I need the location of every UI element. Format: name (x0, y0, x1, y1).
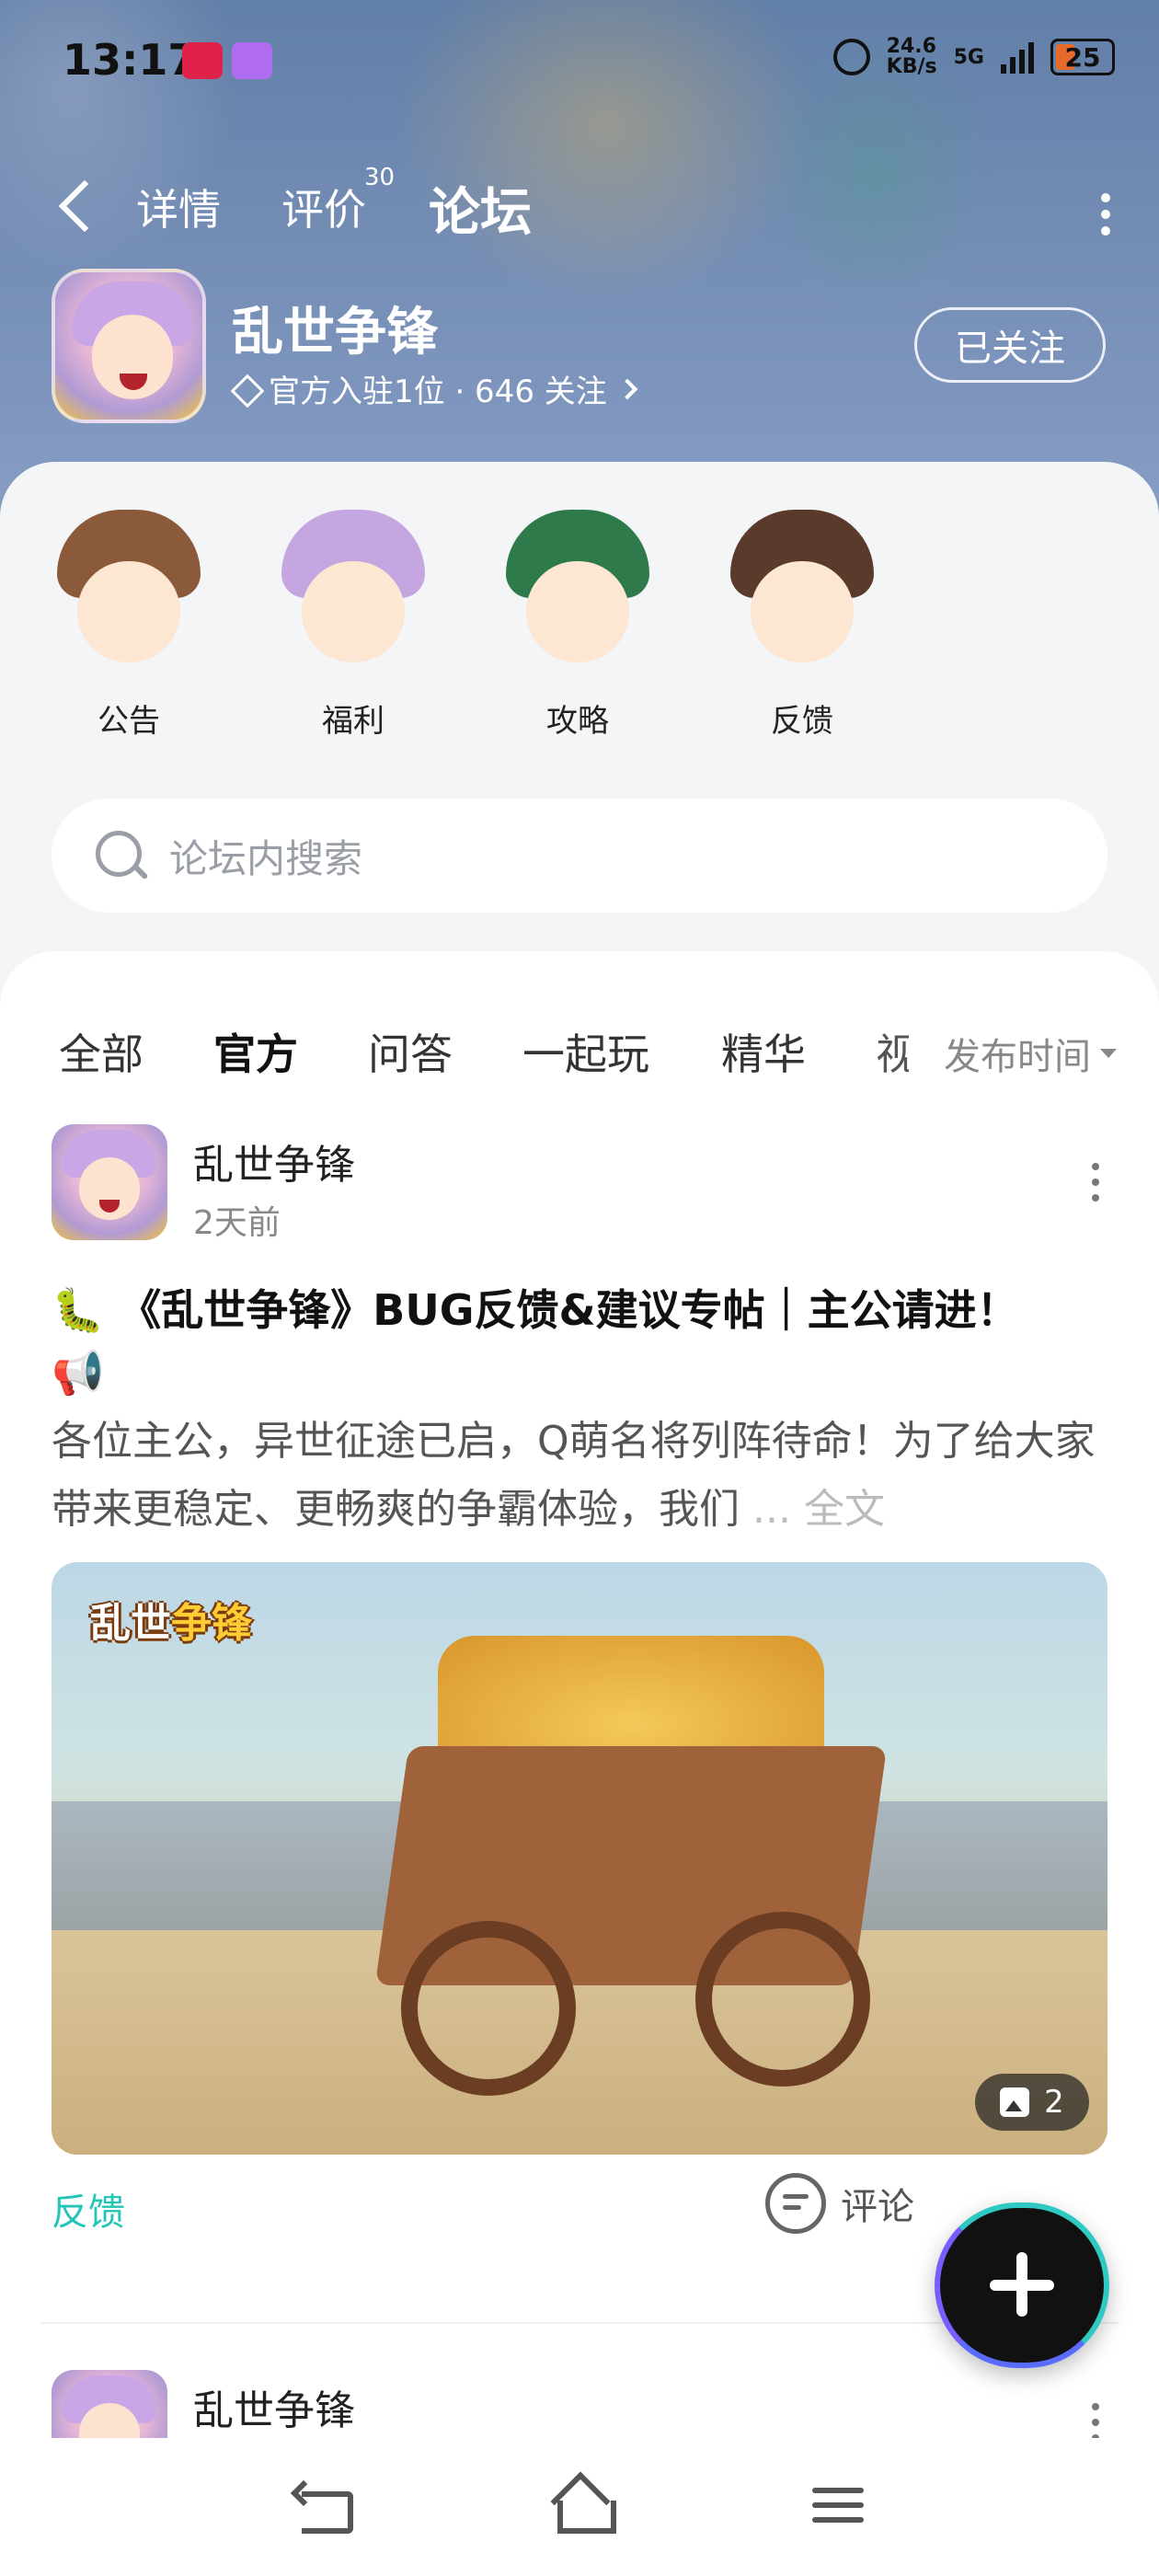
guide-avatar (488, 497, 668, 677)
filter-featured[interactable]: 精华 (721, 1021, 806, 1082)
comment-button[interactable]: 评论 (765, 2173, 914, 2234)
status-indicators: 24.6 KB/s 5G 25 (832, 35, 1115, 78)
category-guide[interactable]: 攻略 (486, 497, 670, 741)
more-options-icon[interactable] (1096, 190, 1115, 236)
system-navigation-bar (0, 2438, 1159, 2576)
tmall-app-icon (182, 42, 223, 79)
network-type: 5G (953, 45, 984, 69)
image-count: 2 (1044, 2084, 1064, 2121)
author-avatar[interactable] (52, 1124, 167, 1240)
forum-search[interactable]: 论坛内搜索 (52, 799, 1107, 913)
tab-details[interactable]: 详情 (136, 177, 221, 237)
game-meta: 官方入驻1位 · 646 关注 (269, 374, 607, 410)
category-label: 福利 (322, 703, 384, 740)
post-title-text: 《乱世争锋》BUG反馈&建议专帖｜主公请进！ (119, 1285, 1019, 1335)
category-feedback[interactable]: 反馈 (710, 497, 894, 741)
battery-icon: 25 (1050, 39, 1115, 75)
sort-label: 发布时间 (944, 1036, 1091, 1078)
filter-all[interactable]: 全部 (59, 1021, 143, 1082)
status-bar: 13:17 24.6 KB/s 5G 25 (0, 0, 1159, 120)
search-input[interactable]: 论坛内搜索 (169, 828, 362, 884)
announcement-avatar (39, 497, 219, 677)
post-excerpt-text: 各位主公，异世征途已启，Q萌名将列阵待命！为了给大家带来更稳定、更畅爽的争霸体验… (52, 1418, 1096, 1533)
tab-forum[interactable]: 论坛 (429, 171, 532, 246)
search-icon (88, 823, 153, 888)
post-author[interactable]: 乱世争锋 (193, 2377, 355, 2436)
game-icon[interactable] (52, 269, 206, 423)
filter-video[interactable]: 视 (876, 1021, 909, 1082)
comment-label: 评论 (841, 2186, 914, 2228)
category-benefits[interactable]: 福利 (261, 497, 445, 741)
review-count-badge: 30 (364, 164, 396, 191)
caret-down-icon (1100, 1049, 1117, 1058)
megaphone-emoji: 📢 (52, 1348, 105, 1397)
signal-icon (1001, 40, 1034, 74)
category-label: 攻略 (546, 703, 609, 740)
post-title[interactable]: 🐛 《乱世争锋》BUG反馈&建议专帖｜主公请进！ 📢 (52, 1279, 1109, 1404)
tab-reviews[interactable]: 评价 (281, 177, 366, 237)
post-tag[interactable]: 反馈 (52, 2182, 125, 2236)
alarm-icon (832, 39, 870, 75)
filter-tabs: 全部 官方 问答 一起玩 精华 视 发布时间 (0, 988, 1159, 1091)
back-icon[interactable] (53, 175, 99, 239)
create-post-button[interactable] (935, 2202, 1109, 2368)
feedback-avatar (712, 497, 892, 677)
category-announcement[interactable]: 公告 (37, 497, 221, 741)
post-image[interactable]: 乱世争锋 2 (52, 1562, 1107, 2155)
filter-qa[interactable]: 问答 (368, 1021, 453, 1082)
image-count-badge: 2 (975, 2074, 1089, 2131)
game-info: 乱世争锋 官方入驻1位 · 646 关注 已关注 (0, 269, 1159, 434)
benefits-avatar (263, 497, 443, 677)
image-icon (1000, 2087, 1030, 2117)
system-home-icon[interactable] (548, 2480, 616, 2534)
post-author[interactable]: 乱世争锋 (193, 1132, 355, 1190)
post-card[interactable]: 乱世争锋 2天前 🐛 《乱世争锋》BUG反馈&建议专帖｜主公请进！ 📢 各位主公… (0, 1124, 1159, 2320)
post-more-icon[interactable] (1089, 1163, 1102, 1205)
category-label: 公告 (98, 703, 160, 740)
category-label: 反馈 (771, 703, 833, 740)
post-excerpt[interactable]: 各位主公，异世征途已启，Q萌名将列阵待命！为了给大家带来更稳定、更畅爽的争霸体验… (52, 1408, 1109, 1544)
battery-level: 25 (1064, 41, 1101, 73)
comment-icon (765, 2173, 826, 2234)
game-logo: 乱世争锋 (90, 1600, 252, 1647)
game-title: 乱世争锋 (232, 303, 438, 362)
caterpillar-emoji: 🐛 (52, 1285, 105, 1335)
sort-dropdown[interactable]: 发布时间 (944, 1027, 1117, 1080)
filter-play-together[interactable]: 一起玩 (522, 1021, 649, 1082)
filter-official[interactable]: 官方 (213, 1021, 298, 1091)
net-speed: 24.6 KB/s (886, 35, 937, 78)
system-menu-icon[interactable] (806, 2480, 870, 2532)
post-time: 2天前 (193, 1204, 281, 1242)
follow-button[interactable]: 已关注 (914, 307, 1106, 383)
purple-app-icon (232, 42, 272, 79)
chevron-right-icon (616, 378, 638, 399)
diamond-icon (232, 375, 259, 403)
top-navigation: 详情 评价 30 论坛 (0, 156, 1159, 258)
forum-categories: 公告 福利 攻略 反馈 (0, 497, 1159, 754)
read-more-link[interactable]: ... 全文 (752, 1486, 885, 1533)
game-meta-link[interactable]: 官方入驻1位 · 646 关注 (232, 366, 638, 411)
system-back-icon[interactable] (293, 2480, 357, 2534)
status-time: 13:17 (63, 35, 198, 85)
